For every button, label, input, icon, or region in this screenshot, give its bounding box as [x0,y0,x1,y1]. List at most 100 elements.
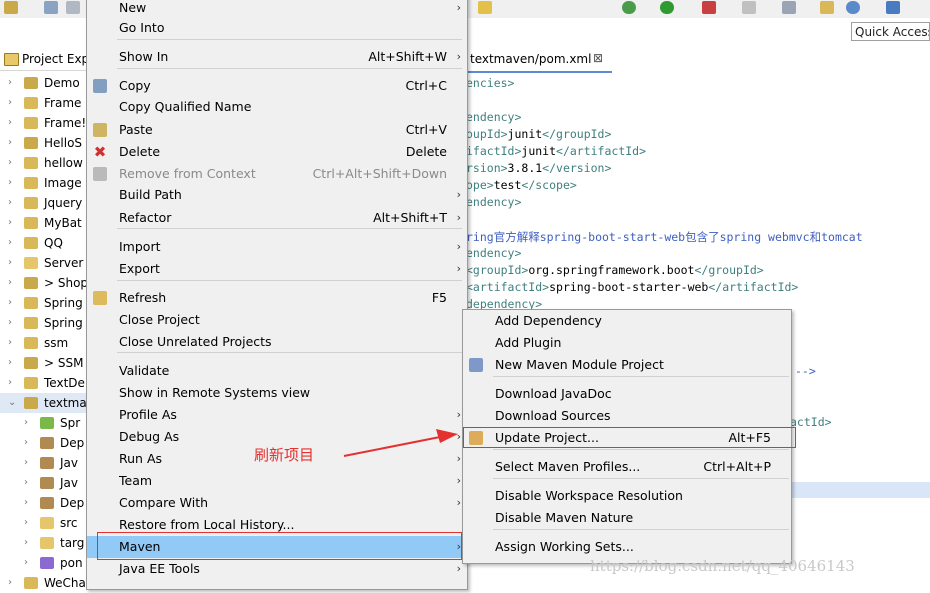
maven-menu-item-select-maven-profiles[interactable]: Select Maven Profiles... Ctrl+Alt+P [463,456,791,478]
maven-menu-item-update-project[interactable]: Update Project... Alt+F5 [463,427,791,449]
menu-item-java-ee-tools[interactable]: Java EE Tools › [87,558,467,580]
menu-item-compare-with[interactable]: Compare With › [87,492,467,514]
chevron-right-icon[interactable]: › [24,453,34,473]
search-icon[interactable] [886,1,900,14]
menu-item-go-into[interactable]: Go Into [87,17,467,39]
chevron-right-icon[interactable]: › [24,553,34,573]
tree-item[interactable]: › Spring [0,293,88,313]
chevron-right-icon[interactable]: › [8,333,18,353]
tree-item[interactable]: › targ [0,533,88,553]
maven-menu-item-disable-workspace-resolution[interactable]: Disable Workspace Resolution [463,485,791,507]
tree-item[interactable]: › Frame [0,93,88,113]
chevron-down-icon[interactable]: ⌄ [8,393,18,413]
tree-item[interactable]: › QQ [0,233,88,253]
menu-item-show-in[interactable]: Show In Alt+Shift+W › [87,46,467,68]
tree-item[interactable]: › hellow [0,153,88,173]
debug-icon[interactable] [622,1,636,14]
menu-item-build-path[interactable]: Build Path › [87,184,467,206]
tree-item[interactable]: › Jquery [0,193,88,213]
chevron-right-icon[interactable]: › [8,253,18,273]
maven-menu-item-disable-maven-nature[interactable]: Disable Maven Nature [463,507,791,529]
editor-tab-pom[interactable]: textmaven/pom.xml ⊠ [462,48,612,73]
new-wizard-icon[interactable] [4,1,18,14]
chevron-right-icon[interactable]: › [8,173,18,193]
chevron-right-icon[interactable]: › [8,193,18,213]
chevron-right-icon[interactable]: › [8,73,18,93]
chevron-right-icon[interactable]: › [8,113,18,133]
chevron-right-icon[interactable]: › [8,273,18,293]
chevron-right-icon[interactable]: › [8,353,18,373]
tree-item[interactable]: › ssm [0,333,88,353]
tree-item[interactable]: › Dep [0,493,88,513]
chevron-right-icon[interactable]: › [8,133,18,153]
run-icon[interactable] [660,1,674,14]
chevron-right-icon[interactable]: › [8,153,18,173]
next-annotation-icon[interactable] [782,1,796,14]
wizard-icon[interactable] [478,1,492,14]
close-icon[interactable]: ⊠ [593,51,603,65]
tree-item[interactable]: › > Shop [0,273,88,293]
chevron-right-icon[interactable]: › [8,213,18,233]
chevron-right-icon[interactable]: › [8,373,18,393]
chevron-right-icon[interactable]: › [24,473,34,493]
menu-item-export[interactable]: Export › [87,258,467,280]
chevron-right-icon[interactable]: › [8,313,18,333]
chevron-right-icon[interactable]: › [8,293,18,313]
menu-item-remove-from-context[interactable]: Remove from Context Ctrl+Alt+Shift+Down [87,163,467,185]
menu-item-refresh[interactable]: Refresh F5 [87,287,467,309]
menu-item-copy-qualified-name[interactable]: Copy Qualified Name [87,96,467,118]
menu-item-copy[interactable]: Copy Ctrl+C [87,75,467,97]
chevron-right-icon[interactable]: › [8,93,18,113]
maven-menu-item-download-javadoc[interactable]: Download JavaDoc [463,383,791,405]
tree-item[interactable]: › Spr [0,413,88,433]
tree-item[interactable]: › src [0,513,88,533]
menu-item-import[interactable]: Import › [87,236,467,258]
chevron-right-icon[interactable]: › [24,433,34,453]
chevron-right-icon[interactable]: › [8,573,18,593]
tree-item[interactable]: › WeCha [0,573,88,593]
chevron-right-icon[interactable]: › [8,233,18,253]
menu-item-validate[interactable]: Validate [87,360,467,382]
menu-item-close-unrelated-projects[interactable]: Close Unrelated Projects [87,331,467,353]
menu-item-close-project[interactable]: Close Project [87,309,467,331]
tree-item[interactable]: › TextDe [0,373,88,393]
maven-menu-item-add-dependency[interactable]: Add Dependency [463,310,791,332]
chevron-right-icon[interactable]: › [24,493,34,513]
tree-item[interactable]: › MyBat [0,213,88,233]
menu-item-team[interactable]: Team › [87,470,467,492]
menu-item-maven[interactable]: Maven › [87,536,467,558]
browser-icon[interactable] [846,1,860,14]
quick-access-input[interactable]: Quick Access [851,22,930,41]
tree-item[interactable]: ⌄ textma [0,393,88,413]
menu-item-refactor[interactable]: Refactor Alt+Shift+T › [87,207,467,229]
maven-menu-item-assign-working-sets[interactable]: Assign Working Sets... [463,536,791,558]
run-external-icon[interactable] [702,1,716,14]
tree-item[interactable]: › Server [0,253,88,273]
tree-item[interactable]: › HelloS [0,133,88,153]
menu-item-profile-as[interactable]: Profile As › [87,404,467,426]
tree-item[interactable]: › Jav [0,453,88,473]
save-all-icon[interactable] [66,1,80,14]
tree-item[interactable]: › Dep [0,433,88,453]
tree-item[interactable]: › Jav [0,473,88,493]
menu-item-delete[interactable]: ✖ Delete Delete [87,141,467,163]
menu-item-show-in-remote-systems-view[interactable]: Show in Remote Systems view [87,382,467,404]
tree-item[interactable]: › Image [0,173,88,193]
tree-item[interactable]: › pon [0,553,88,573]
maven-menu-item-new-maven-module-project[interactable]: New Maven Module Project [463,354,791,376]
open-type-icon[interactable] [820,1,834,14]
tree-item[interactable]: › Spring [0,313,88,333]
menu-item-paste[interactable]: Paste Ctrl+V [87,119,467,141]
save-icon[interactable] [44,1,58,14]
project-explorer-tab[interactable]: Project Exp [0,48,88,71]
chevron-right-icon[interactable]: › [24,513,34,533]
menu-item-restore-from-local-history[interactable]: Restore from Local History... [87,514,467,536]
tree-item[interactable]: › Demo [0,73,88,93]
maven-menu-item-download-sources[interactable]: Download Sources [463,405,791,427]
chevron-right-icon[interactable]: › [24,413,34,433]
chevron-right-icon[interactable]: › [24,533,34,553]
tree-item[interactable]: › > SSM [0,353,88,373]
stop-icon[interactable] [742,1,756,14]
maven-menu-item-add-plugin[interactable]: Add Plugin [463,332,791,354]
tree-item[interactable]: › Frame! [0,113,88,133]
